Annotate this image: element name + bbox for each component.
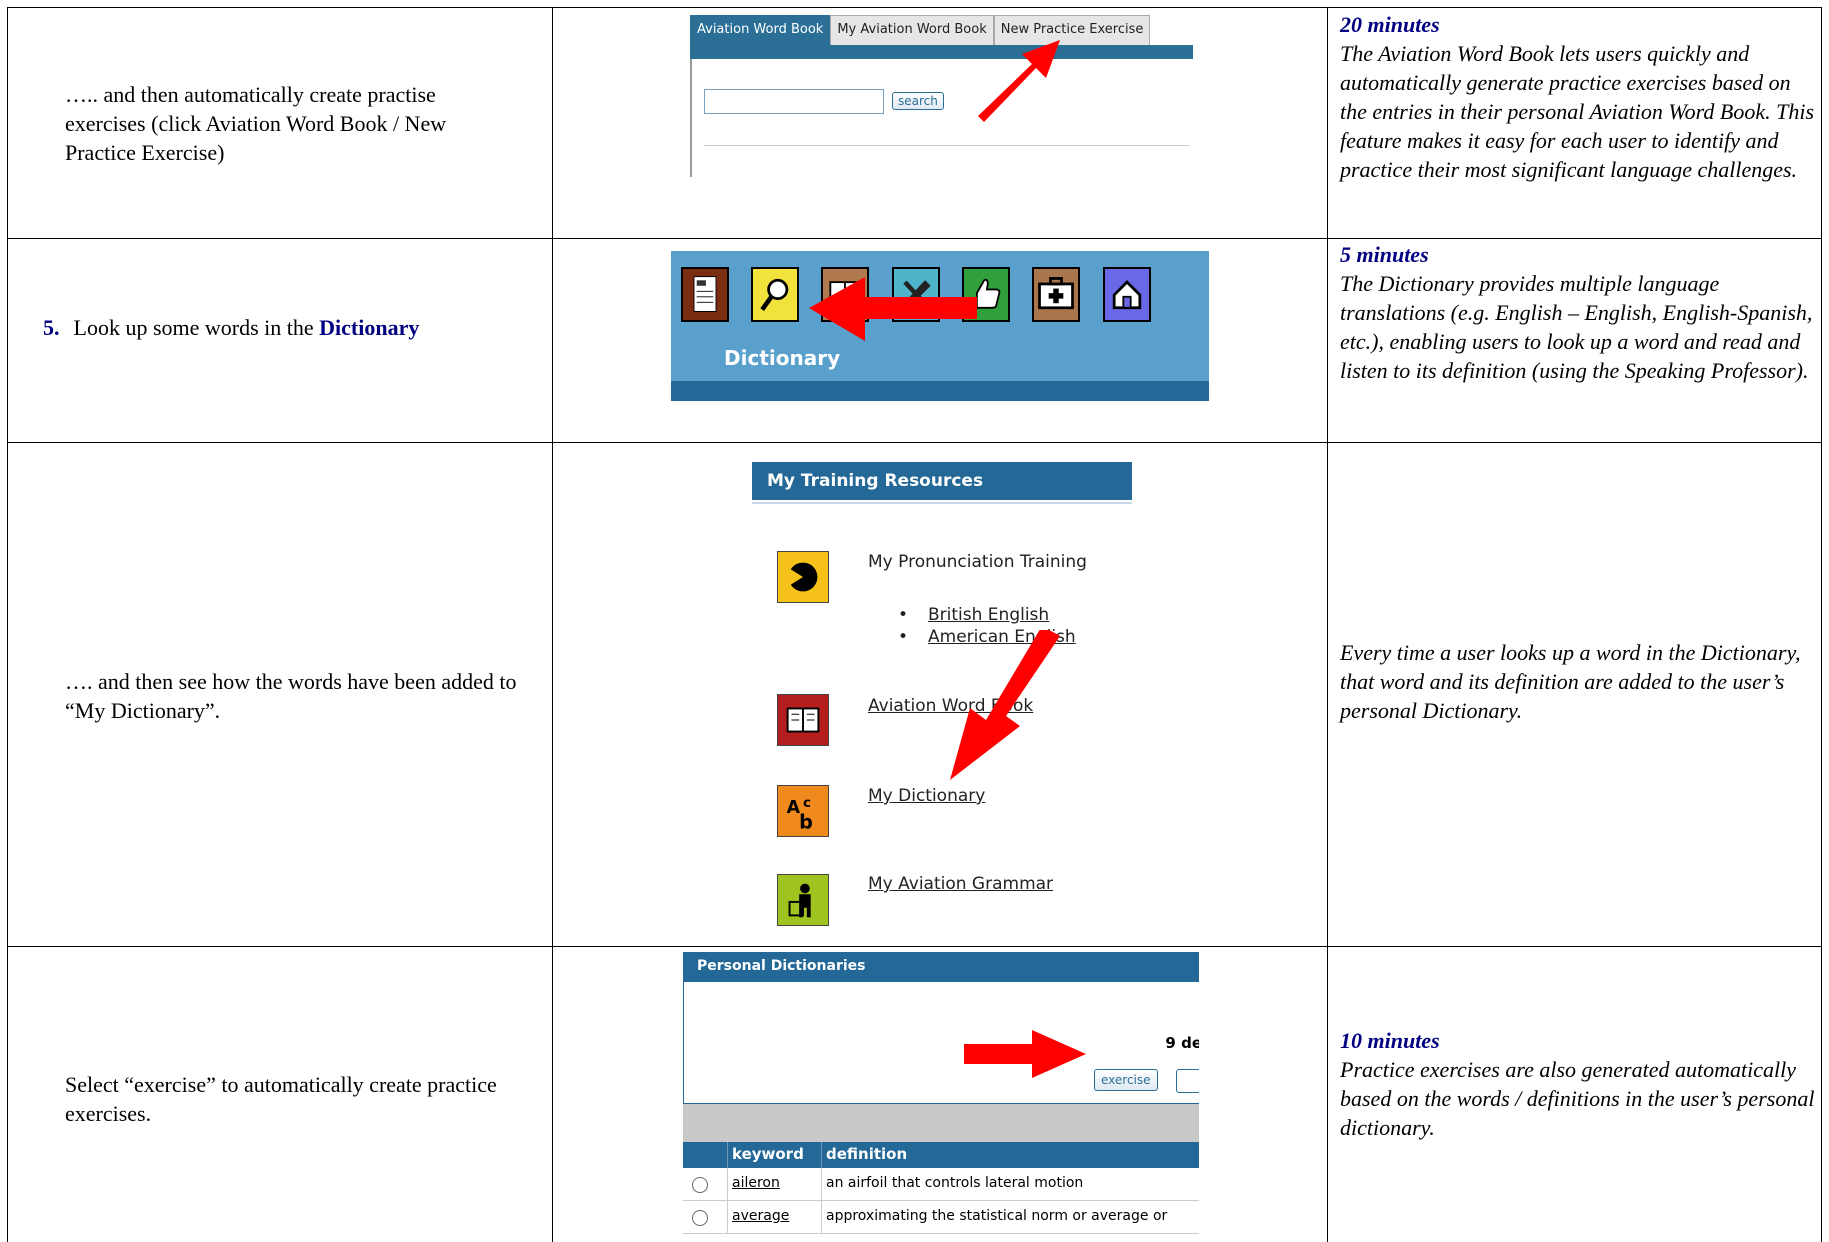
grammar-icon[interactable] [777,874,829,926]
definition-cell: an airfoil that controls lateral motion [821,1168,1199,1200]
tab-new-practice-exercise[interactable]: New Practice Exercise [993,15,1151,45]
pronunciation-icon[interactable] [777,551,829,603]
tools-icon[interactable] [892,267,940,322]
row-divider-3 [7,946,1822,947]
tab-my-aviation-word-book[interactable]: My Aviation Word Book [830,15,994,45]
toolbar-screenshot: Dictionary [671,251,1209,401]
definition-column-header: definition [821,1142,1199,1168]
row4-duration: 10 minutes [1340,1028,1440,1053]
row1-duration: 20 minutes [1340,12,1440,37]
select-column-header [683,1142,727,1168]
row3-description: Every time a user looks up a word in the… [1340,640,1801,723]
tab-bar [690,45,1193,59]
svg-text:c: c [803,796,811,811]
home-icon[interactable] [1103,267,1151,322]
document-icon[interactable] [681,267,729,322]
book-icon[interactable] [821,267,869,322]
thumbs-up-icon[interactable] [962,267,1010,322]
search-button[interactable]: search [892,92,944,110]
search-input[interactable] [704,89,884,114]
tab-body: search [690,59,1193,177]
dictionary-highlight: Dictionary [319,315,420,340]
keyword-column-header: keyword [727,1142,821,1168]
personal-dictionaries-header: Personal Dictionaries [683,952,1199,982]
training-resources-screenshot: My Training Resources My Pronunciation T… [750,460,1150,930]
table-row: aileron an airfoil that controls lateral… [683,1168,1199,1201]
select-cell [683,1201,727,1233]
header-underline [752,502,1132,504]
pronunciation-training-link[interactable]: My Pronunciation Training [868,552,1087,572]
select-cell [683,1168,727,1200]
row4-description: 10 minutes Practice exercises are also g… [1340,1026,1820,1142]
american-english-link[interactable]: American English [898,626,1076,648]
row4-description-text: Practice exercises are also generated au… [1340,1057,1815,1140]
definition-cell: approximating the statistical norm or av… [821,1201,1199,1233]
toolbar-bottom-bar [671,381,1209,401]
tab-strip: Aviation Word Book My Aviation Word Book… [690,15,1151,45]
row-divider-1 [7,238,1822,239]
definition-count: 9 de [1165,1034,1199,1052]
row1-instruction: ….. and then automatically create practi… [65,82,447,165]
table-border-left [7,7,8,1242]
table-header: keyword definition [683,1142,1199,1168]
exercise-button[interactable]: exercise [1094,1069,1158,1091]
resources-header: My Training Resources [752,462,1132,500]
row2-duration: 5 minutes [1340,242,1429,267]
dictionary-table: keyword definition aileron an airfoil th… [683,1142,1199,1234]
personal-dictionaries-screenshot: Personal Dictionaries 9 de exercise keyw… [683,952,1199,1242]
word-book-icon[interactable] [777,694,829,746]
gray-band [683,1104,1199,1142]
tab-aviation-word-book[interactable]: Aviation Word Book [690,15,831,45]
dictionary-controls: 9 de exercise [683,982,1199,1104]
accent-list: British English American English [898,604,1076,648]
word-book-screenshot: Aviation Word Book My Aviation Word Book… [690,15,1193,177]
row-radio[interactable] [692,1210,708,1226]
table-border-right [1821,7,1822,1242]
row2-instruction-text: Look up some words in the [73,315,320,340]
secondary-button[interactable] [1176,1069,1199,1093]
keyword-link[interactable]: average [727,1201,821,1233]
divider [704,145,1190,146]
row3-instruction: …. and then see how the words have been … [65,669,517,723]
table-row: average approximating the statistical no… [683,1201,1199,1234]
row2-instruction: 5. Look up some words in the Dictionary [43,313,538,342]
aviation-word-book-link[interactable]: Aviation Word Book [868,696,1033,716]
svg-text:b: b [799,810,813,833]
british-english-link[interactable]: British English [898,604,1076,626]
magnifier-icon[interactable] [751,267,799,322]
row-radio[interactable] [692,1177,708,1193]
first-aid-icon[interactable] [1032,267,1080,322]
keyword-link[interactable]: aileron [727,1168,821,1200]
table-border-top [7,7,1822,8]
step-number: 5. [43,315,60,340]
row2-description: 5 minutes The Dictionary provides multip… [1340,240,1820,385]
row1-description-text: The Aviation Word Book lets users quickl… [1340,41,1815,182]
row4-instruction: Select “exercise” to automatically creat… [65,1072,497,1126]
my-aviation-grammar-link[interactable]: My Aviation Grammar [868,874,1053,894]
row-divider-2 [7,442,1822,443]
dictionary-abc-icon[interactable]: Acb [777,785,829,837]
row2-description-text: The Dictionary provides multiple languag… [1340,271,1813,383]
table-divider-2 [1327,7,1328,1242]
my-dictionary-link[interactable]: My Dictionary [868,786,985,806]
row1-description: 20 minutes The Aviation Word Book lets u… [1340,10,1820,184]
toolbar-label: Dictionary [724,346,841,370]
table-divider-1 [552,7,553,1242]
